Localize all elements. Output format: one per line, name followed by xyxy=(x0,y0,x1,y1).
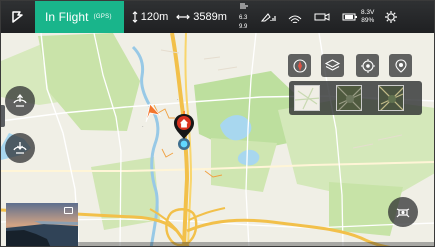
side-panel-handle[interactable] xyxy=(1,105,5,127)
distance-icon xyxy=(176,13,191,21)
map-type-selector xyxy=(289,81,422,115)
battery-readout: 8.3V 89% xyxy=(361,9,374,25)
speed-readout: 6.3 9.9 xyxy=(239,2,251,32)
positioning-mode-label: (GPS) xyxy=(93,14,112,20)
return-to-home-icon xyxy=(13,142,27,154)
layers-icon xyxy=(324,59,341,71)
horizontal-speed-value: 6.3 xyxy=(238,15,248,21)
drone-location-button[interactable] xyxy=(389,54,412,77)
drone-camera-button[interactable] xyxy=(388,197,418,227)
app-frame: · · In Flight (GPS) 120m 3589m 6.3 9.9 8… xyxy=(0,0,435,247)
speed-icon xyxy=(239,2,251,14)
satellite-map-thumb[interactable] xyxy=(336,85,362,111)
map-place-label: · xyxy=(177,97,179,103)
compass-button[interactable] xyxy=(288,54,311,77)
drone-icon xyxy=(396,208,410,218)
drone-location-icon xyxy=(394,58,407,73)
settings-gear-icon[interactable] xyxy=(384,10,398,24)
remote-signal-icon[interactable] xyxy=(286,11,304,23)
status-bar: In Flight (GPS) 120m 3589m 6.3 9.9 8.3V … xyxy=(1,1,434,33)
distance-readout: 3589m xyxy=(176,11,227,23)
altitude-readout: 120m xyxy=(132,11,169,23)
battery-percent: 89% xyxy=(361,17,375,24)
vertical-speed-value: 9.9 xyxy=(238,24,248,30)
expand-preview-icon[interactable] xyxy=(64,207,73,214)
battery-icon[interactable] xyxy=(342,12,358,22)
bottom-overlay xyxy=(78,242,434,246)
return-to-home-button[interactable] xyxy=(5,133,35,163)
video-signal-icon[interactable] xyxy=(313,11,331,23)
gps-signal-icon[interactable] xyxy=(260,11,277,23)
flight-status-label: In Flight xyxy=(45,10,89,24)
layers-button[interactable] xyxy=(321,54,344,77)
takeoff-landing-button[interactable] xyxy=(5,86,35,116)
hybrid-map-thumb[interactable] xyxy=(378,85,404,111)
altitude-icon xyxy=(132,11,138,23)
locate-button[interactable] xyxy=(356,54,379,77)
logo-icon xyxy=(12,11,23,23)
flight-status-indicator[interactable]: In Flight (GPS) xyxy=(35,1,124,33)
distance-value: 3589m xyxy=(193,11,227,23)
locate-icon xyxy=(360,58,375,73)
compass-icon xyxy=(292,58,307,73)
drone-home-logo-icon[interactable] xyxy=(1,1,35,33)
battery-voltage: 8.3V xyxy=(360,9,375,16)
camera-preview[interactable] xyxy=(6,203,78,246)
map-place-label: · xyxy=(142,124,144,130)
standard-map-thumb[interactable] xyxy=(294,85,320,111)
altitude-value: 120m xyxy=(140,11,169,23)
takeoff-landing-icon xyxy=(13,93,27,107)
